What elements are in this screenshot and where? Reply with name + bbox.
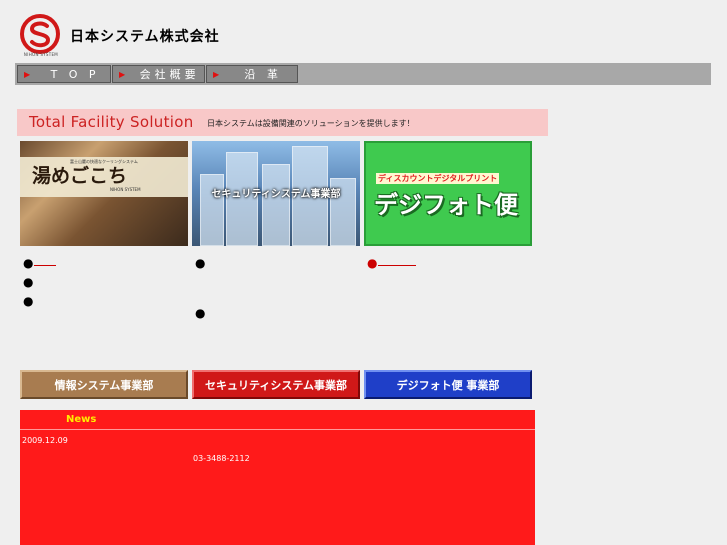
banner-subtitle: 日本システムは設備関連のソリューションを提供します！ (207, 119, 415, 128)
nav-company-button[interactable]: ▶ 会社概要 (112, 65, 205, 83)
digiphoto-dept-button[interactable]: デジフォト便 事業部 (364, 370, 532, 399)
link-underline[interactable] (378, 265, 416, 266)
triangle-right-icon: ▶ (24, 69, 31, 79)
company-name: 日本システム株式会社 (70, 29, 220, 45)
news-title: News (66, 414, 97, 425)
yume-main-text: 湯めごこち (32, 165, 128, 187)
nav-company-label: 会社概要 (139, 68, 200, 81)
security-banner-text: セキュリティシステム事業部 (211, 189, 341, 200)
bullet-icon: ● (367, 256, 378, 270)
top-navigation: ▶ T O P ▶ 会社概要 ▶ 沿 革 (15, 63, 711, 85)
bullet-icon: ● (23, 275, 34, 289)
building-shape (262, 164, 290, 246)
nav-top-label: T O P (50, 67, 100, 81)
yume-small-text: NIHON SYSTEM (110, 187, 141, 192)
banner-title: Total Facility Solution (29, 113, 194, 131)
digi-main-text: デジフォト便 (374, 191, 518, 219)
digiphoto-banner[interactable]: ディスカウントデジタルプリント デジフォト便 (364, 141, 532, 246)
nav-history-button[interactable]: ▶ 沿 革 (206, 65, 298, 83)
nav-history-label: 沿 革 (244, 68, 282, 81)
security-system-banner[interactable]: セキュリティシステム事業部 (192, 141, 360, 246)
security-dept-button[interactable]: セキュリティシステム事業部 (192, 370, 360, 399)
bullet-icon: ● (23, 294, 34, 308)
news-panel: News 2009.12.09 03-3488-2112 (20, 410, 535, 545)
bullet-icon: ● (195, 306, 206, 320)
yumegokochi-banner[interactable]: 富士山麓の快適なクーリングシステム 湯めごこち NIHON SYSTEM (20, 141, 188, 246)
triangle-right-icon: ▶ (119, 69, 126, 79)
digi-top-text: ディスカウントデジタルプリント (376, 173, 500, 184)
news-date: 2009.12.09 (22, 436, 68, 445)
triangle-right-icon: ▶ (213, 69, 220, 79)
news-phone: 03-3488-2112 (193, 454, 250, 463)
bullet-icon: ● (195, 256, 206, 270)
logo-subtext: NIHON SYSTEM (23, 52, 59, 57)
info-system-dept-button[interactable]: 情報システム事業部 (20, 370, 188, 399)
bullet-icon: ● (23, 256, 34, 270)
link-underline[interactable] (34, 265, 56, 266)
nav-top-button[interactable]: ▶ T O P (17, 65, 111, 83)
tagline-banner: Total Facility Solution 日本システムは設備関連のソリュー… (17, 109, 548, 136)
news-divider (20, 429, 535, 430)
